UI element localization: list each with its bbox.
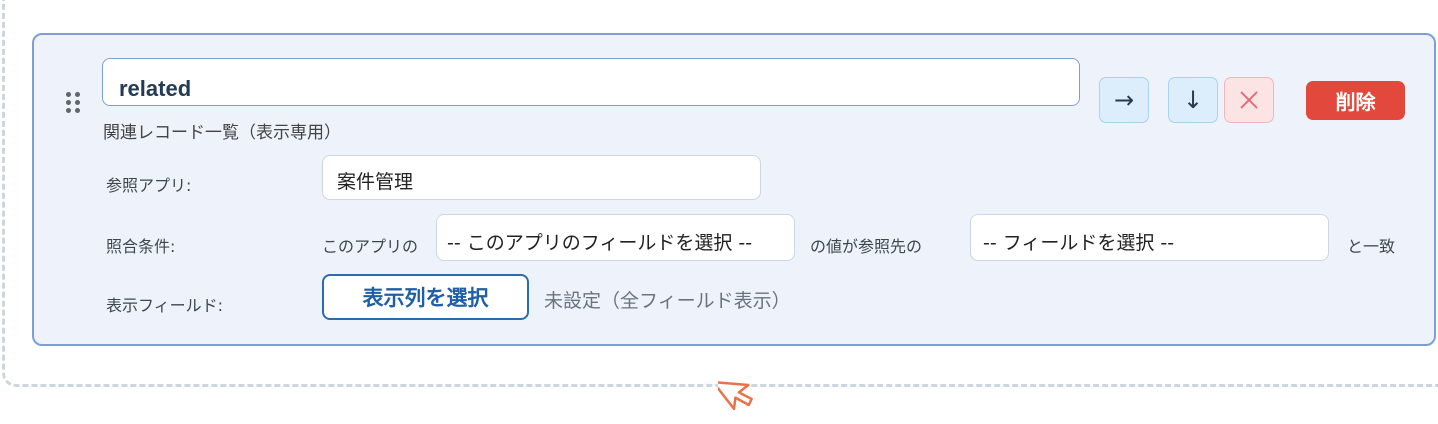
match-middle-text: の値が参照先の: [810, 237, 923, 256]
arrow-down-icon: ↓: [1182, 86, 1204, 114]
mouse-cursor-icon: [718, 380, 753, 411]
display-fields-label: 表示フィールド:: [106, 296, 224, 315]
remove-button[interactable]: [1224, 77, 1274, 123]
columns-status-text: 未設定（全フィールド表示）: [544, 290, 791, 312]
close-icon: [1240, 91, 1258, 109]
move-right-button[interactable]: →: [1099, 77, 1149, 123]
field-type-label: 関連レコード一覧（表示専用）: [103, 123, 341, 143]
field-name-input[interactable]: related: [102, 58, 1080, 106]
arrow-right-icon: →: [1113, 86, 1135, 114]
match-condition-label: 照合条件:: [106, 237, 176, 256]
match-suffix-text: と一致: [1347, 237, 1396, 256]
ref-app-input[interactable]: 案件管理: [322, 155, 761, 200]
drag-handle-icon[interactable]: [64, 92, 84, 114]
this-field-select[interactable]: -- このアプリのフィールドを選択 --: [436, 214, 795, 261]
ref-app-label: 参照アプリ:: [106, 176, 192, 195]
move-down-button[interactable]: ↓: [1168, 77, 1218, 123]
select-columns-button[interactable]: 表示列を選択: [322, 274, 529, 320]
match-prefix-text: このアプリの: [322, 237, 419, 256]
target-field-select[interactable]: -- フィールドを選択 --: [970, 214, 1329, 261]
delete-button[interactable]: 削除: [1306, 81, 1405, 120]
